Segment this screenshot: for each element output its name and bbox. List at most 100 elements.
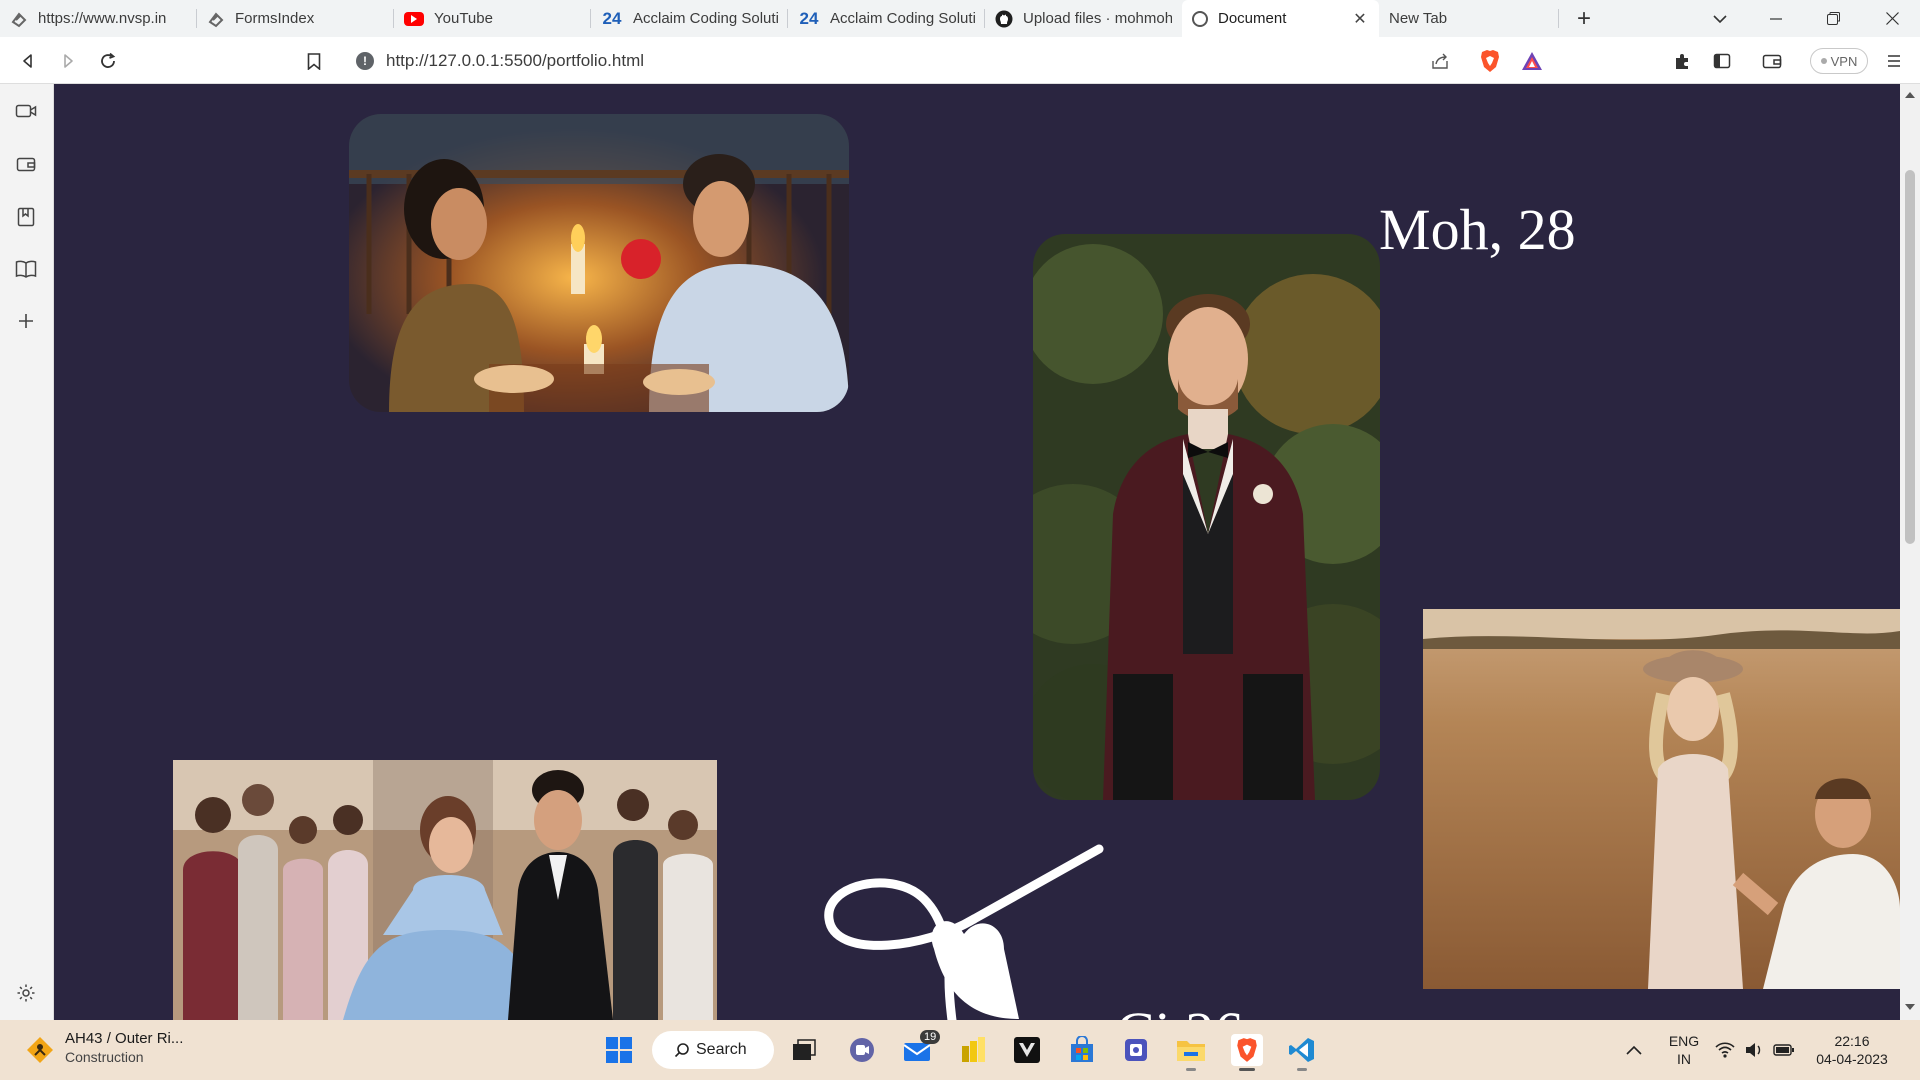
video-icon[interactable] <box>13 98 39 124</box>
teams-app-icon[interactable] <box>1120 1034 1152 1066</box>
active-indicator <box>1239 1068 1255 1071</box>
brave-shields-icon[interactable] <box>1476 47 1504 75</box>
groom-portrait-photo <box>1033 234 1380 800</box>
traffic-alert-icon[interactable] <box>26 1036 54 1064</box>
teams-chat-icon[interactable] <box>846 1034 878 1066</box>
tab-title: FormsIndex <box>235 10 315 27</box>
bookmarks-sidebar-icon[interactable] <box>13 204 39 230</box>
file-explorer-icon[interactable] <box>1175 1034 1207 1071</box>
wifi-icon[interactable] <box>1712 1034 1738 1066</box>
power-bi-icon[interactable] <box>957 1034 989 1066</box>
task-view-icon[interactable] <box>788 1034 820 1066</box>
tab-youtube[interactable]: YouTube <box>394 0 591 37</box>
windows-taskbar: AH43 / Outer Ri... Construction Search 1… <box>0 1020 1920 1080</box>
tab-title: New Tab <box>1389 10 1448 27</box>
brave-rewards-icon[interactable] <box>1518 47 1546 75</box>
start-windows-icon[interactable] <box>603 1034 635 1066</box>
scrollbar-thumb[interactable] <box>1905 170 1915 544</box>
acclaim-24-icon: 24 <box>602 8 622 28</box>
gaming-app-icon[interactable] <box>1011 1034 1043 1066</box>
proposal-photo <box>1423 609 1900 989</box>
tab-document[interactable]: Document ✕ <box>1182 0 1379 37</box>
language-code: ENG <box>1668 1033 1700 1049</box>
sidebar-settings-icon[interactable] <box>13 980 39 1006</box>
tab-nvsp[interactable]: https://www.nvsp.in <box>0 0 197 37</box>
browser-toolbar: ! http://127.0.0.1:5500/portfolio.html V… <box>0 37 1920 84</box>
widget-news[interactable]: AH43 / Outer Ri... Construction <box>65 1030 183 1065</box>
reading-list-icon[interactable] <box>13 256 39 282</box>
dinner-couple-photo <box>349 114 849 412</box>
forward-icon[interactable] <box>54 47 82 75</box>
wedding-couple-photo <box>173 760 717 1020</box>
battery-icon[interactable] <box>1770 1034 1798 1066</box>
tab-strip: https://www.nvsp.in FormsIndex YouTube 2… <box>0 0 1920 37</box>
tab-title: https://www.nvsp.in <box>38 10 167 27</box>
sidebar-toggle-icon[interactable] <box>1708 47 1736 75</box>
wallet-sidebar-icon[interactable] <box>13 151 39 177</box>
brave-browser-icon[interactable] <box>1231 1034 1263 1071</box>
scroll-up-arrow-icon[interactable] <box>1905 92 1915 98</box>
share-icon[interactable] <box>1426 47 1454 75</box>
clock[interactable]: 22:16 04-04-2023 <box>1812 1032 1892 1068</box>
tab-search-chevron-icon[interactable] <box>1692 0 1748 37</box>
browser-sidebar <box>0 84 54 1020</box>
close-window-icon[interactable] <box>1864 0 1920 37</box>
wallet-icon[interactable] <box>1758 47 1786 75</box>
nvsp-icon <box>207 10 225 28</box>
back-icon[interactable] <box>14 47 42 75</box>
screen: https://www.nvsp.in FormsIndex YouTube 2… <box>0 0 1920 1080</box>
mail-badge: 19 <box>920 1030 941 1044</box>
youtube-icon <box>404 11 424 26</box>
tab-title: Document <box>1218 10 1287 27</box>
widget-title: AH43 / Outer Ri... <box>65 1030 184 1047</box>
vscode-icon[interactable] <box>1286 1034 1318 1071</box>
vpn-label: VPN <box>1830 53 1858 69</box>
address-bar[interactable]: ! http://127.0.0.1:5500/portfolio.html <box>344 42 1554 79</box>
language-region: IN <box>1677 1051 1691 1067</box>
tab-acclaim-2[interactable]: 24 Acclaim Coding Solutic <box>788 0 985 37</box>
tab-title: YouTube <box>434 10 493 27</box>
widget-subtitle: Construction <box>65 1049 144 1065</box>
tab-title: Acclaim Coding Solutic <box>633 10 778 27</box>
restore-icon[interactable] <box>1805 0 1861 37</box>
page-viewport: Moh, 28 <box>54 84 1900 1020</box>
reload-icon[interactable] <box>94 47 122 75</box>
tab-acclaim-1[interactable]: 24 Acclaim Coding Solutic <box>591 0 788 37</box>
running-indicator <box>1186 1068 1196 1071</box>
scroll-down-arrow-icon[interactable] <box>1905 1004 1915 1010</box>
bookmark-icon[interactable] <box>300 47 328 75</box>
tab-separator <box>1558 9 1559 28</box>
tab-github-upload[interactable]: Upload files · mohmoh <box>985 0 1182 37</box>
close-tab-icon[interactable]: ✕ <box>1351 9 1369 29</box>
site-info-icon[interactable]: ! <box>356 51 374 70</box>
page-scrollbar[interactable] <box>1900 84 1920 1020</box>
acclaim-24-icon: 24 <box>799 8 819 28</box>
tray-chevron-up-icon[interactable] <box>1622 1034 1646 1066</box>
tab-formsindex[interactable]: FormsIndex <box>197 0 394 37</box>
microsoft-store-icon[interactable] <box>1066 1034 1098 1066</box>
tab-new-tab[interactable]: New Tab <box>1379 0 1559 37</box>
taskbar-search[interactable]: Search <box>652 1031 774 1069</box>
search-icon <box>674 1043 689 1058</box>
add-sidebar-item-icon[interactable] <box>13 308 39 334</box>
language-indicator[interactable]: ENG IN <box>1664 1032 1704 1068</box>
partial-name-age-2: Ci 26 <box>1116 1004 1243 1021</box>
minimize-icon[interactable] <box>1748 0 1804 37</box>
search-label: Search <box>696 1041 747 1058</box>
vpn-button[interactable]: VPN <box>1810 48 1868 74</box>
heart-string-doodle <box>824 844 1104 1020</box>
mail-icon[interactable]: 19 <box>902 1030 941 1066</box>
nvsp-icon <box>10 10 28 28</box>
clock-time: 22:16 <box>1834 1033 1870 1049</box>
extensions-icon[interactable] <box>1668 47 1696 75</box>
running-indicator <box>1297 1068 1307 1071</box>
tab-title: Upload files · mohmoh <box>1023 10 1172 27</box>
volume-icon[interactable] <box>1742 1034 1766 1066</box>
menu-icon[interactable] <box>1880 47 1908 75</box>
tab-title: Acclaim Coding Solutic <box>830 10 975 27</box>
globe-icon <box>1192 10 1208 27</box>
vpn-status-dot <box>1820 58 1827 64</box>
address-url: http://127.0.0.1:5500/portfolio.html <box>386 50 645 70</box>
new-tab-button[interactable]: + <box>1559 0 1609 37</box>
profile-name-age: Moh, 28 <box>1379 197 1576 262</box>
